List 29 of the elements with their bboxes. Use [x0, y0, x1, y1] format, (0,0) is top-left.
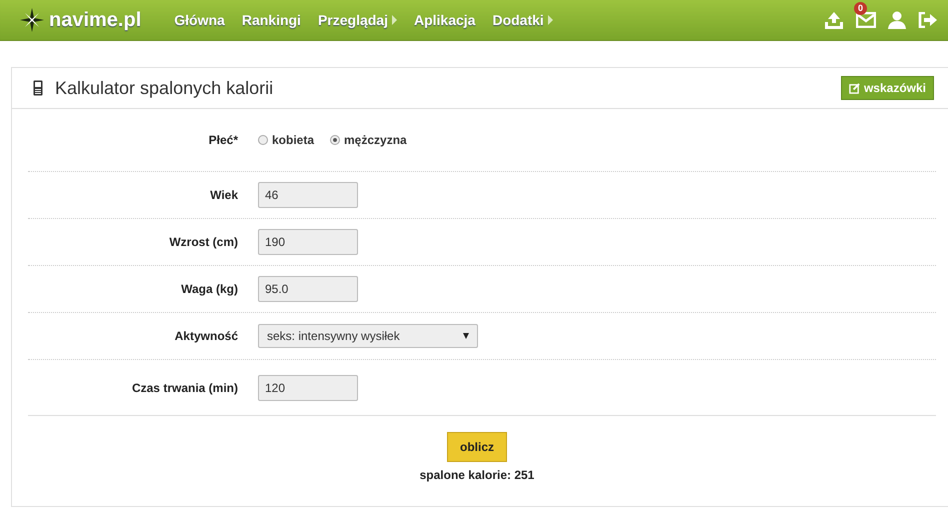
radio-button[interactable] [258, 135, 268, 145]
field-label: Wzrost (cm) [168, 235, 238, 249]
input-field[interactable]: 190 [258, 229, 358, 255]
message-count-badge: 0 [854, 2, 868, 15]
upload-icon[interactable] [824, 11, 844, 29]
input-field[interactable]: 95.0 [258, 276, 358, 302]
field-label: Waga (kg) [180, 282, 238, 296]
field-label: Czas trwania (min) [130, 380, 238, 394]
input-field[interactable]: 46 [258, 182, 358, 208]
field-label: Wiek [209, 188, 238, 202]
logout-icon[interactable] [918, 12, 938, 28]
submenu-arrow-icon [548, 15, 553, 25]
radio-option[interactable]: kobieta [258, 133, 314, 147]
result-text: spalone kalorie: 251 [420, 468, 534, 482]
field-label: Płeć* [208, 133, 238, 147]
input-field[interactable]: 120 [258, 374, 358, 400]
radio-option[interactable]: mężczyzna [330, 133, 407, 147]
field-label: Aktywność [174, 329, 238, 343]
calculate-button[interactable]: oblicz [447, 432, 507, 462]
dropdown[interactable]: seks: intensywny wysiłek [258, 324, 478, 348]
compass-star-icon [20, 8, 44, 32]
user-icon[interactable] [888, 11, 906, 29]
panel-title: Kalkulator spalonych kalorii [55, 78, 274, 98]
radio-button[interactable] [330, 135, 340, 145]
caret-icon [463, 333, 469, 339]
phone-icon [33, 80, 43, 96]
envelope-icon[interactable] [856, 12, 876, 28]
submenu-arrow-icon [392, 15, 397, 25]
edit-icon [848, 82, 860, 94]
